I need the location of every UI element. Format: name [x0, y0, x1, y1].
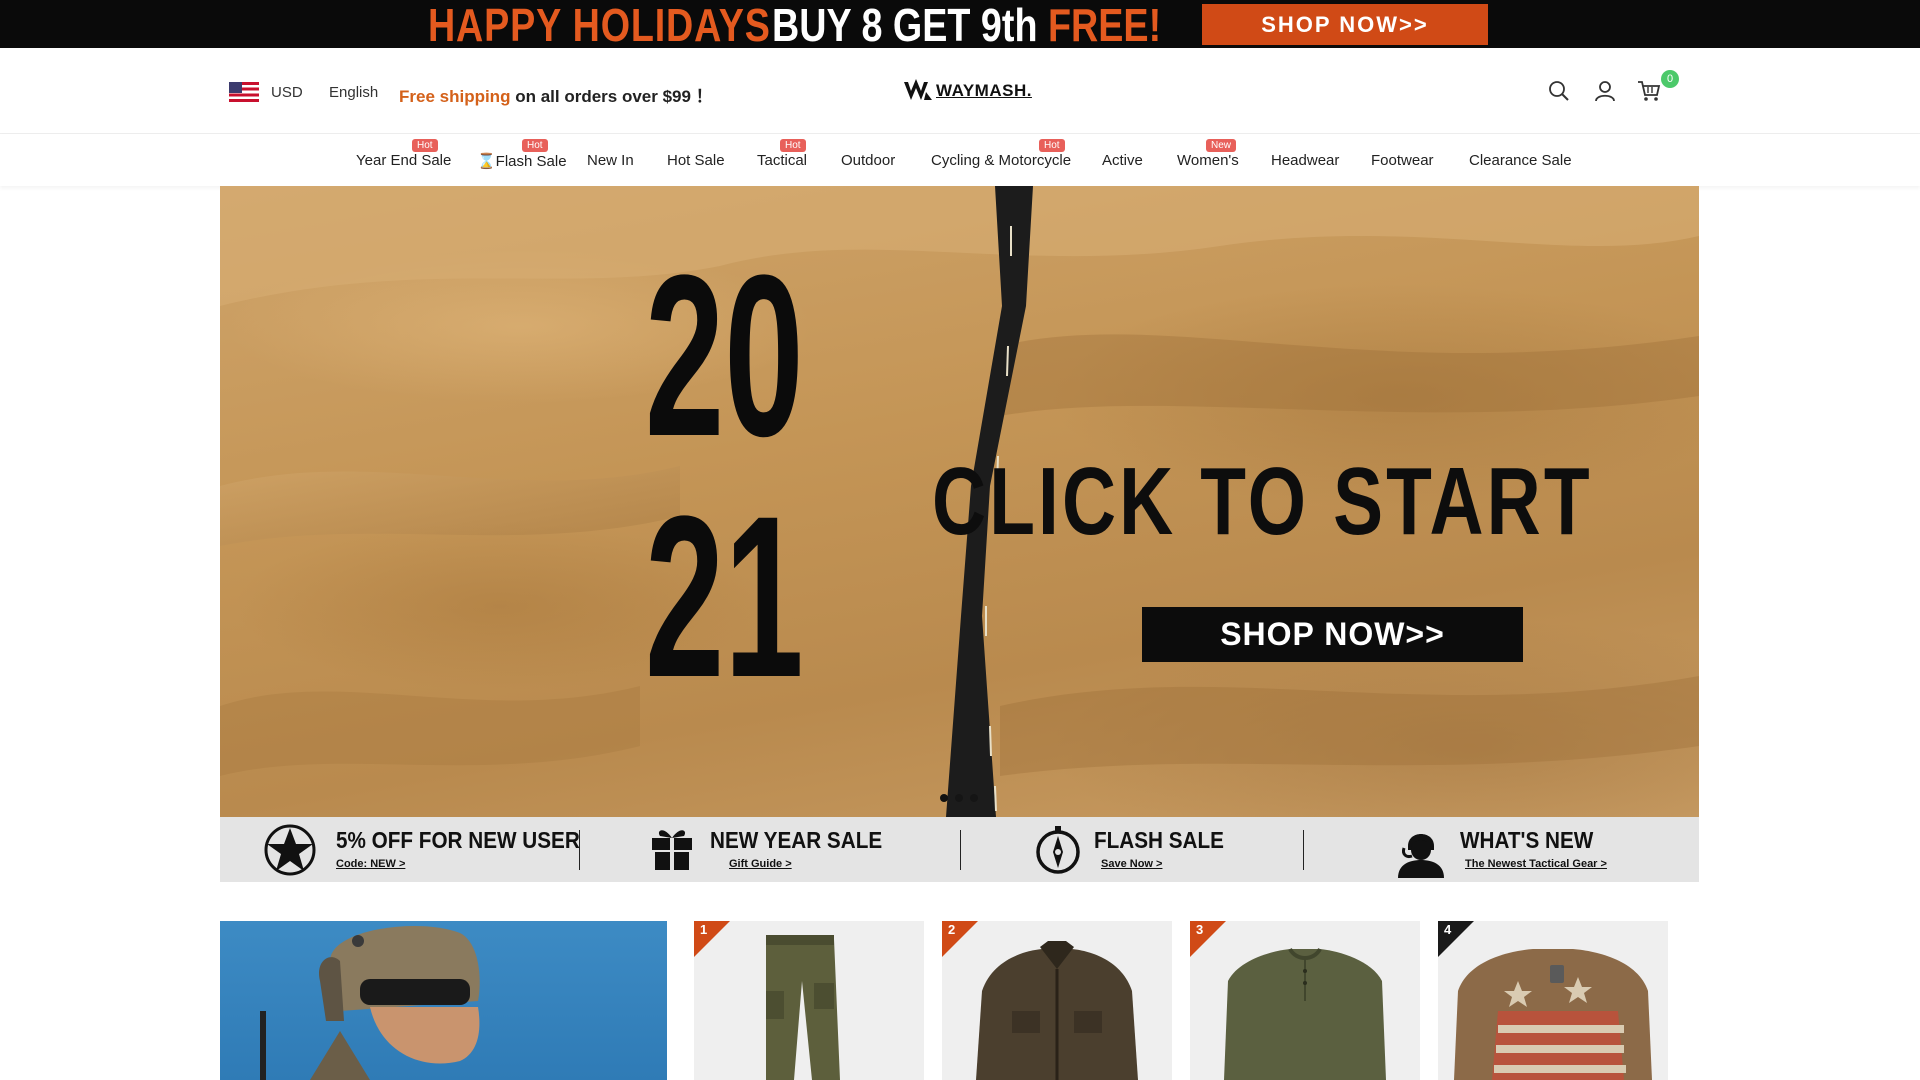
hero-banner[interactable]: 20 21 CLICK TO START SHOP NOW>> [220, 186, 1699, 817]
site-logo[interactable]: WAYMASH. [902, 76, 1032, 106]
compass-icon [1036, 826, 1080, 874]
product-card[interactable]: 2 [942, 921, 1172, 1080]
nav-item-womens[interactable]: Women's [1177, 152, 1239, 169]
rank-number: 2 [948, 922, 956, 937]
promo-offer-accent: FREE! [1047, 0, 1162, 51]
hot-tag: Hot [780, 139, 806, 152]
hero-shop-now-button[interactable]: SHOP NOW>> [1142, 607, 1523, 662]
language-selector[interactable]: English [329, 84, 378, 101]
feature-strip: 5% OFF FOR NEW USER Code: NEW > NEW YEAR… [220, 817, 1699, 882]
feature-link[interactable]: Save Now > [1101, 858, 1162, 870]
carousel-dot-3[interactable] [970, 794, 978, 802]
star-icon [264, 824, 316, 876]
nav-item-clearance-sale[interactable]: Clearance Sale [1469, 152, 1572, 169]
feature-new-user[interactable]: 5% OFF FOR NEW USER Code: NEW > [220, 817, 580, 882]
cart-count-badge: 0 [1661, 70, 1679, 88]
feature-title: FLASH SALE [1094, 827, 1224, 853]
promo-offer-text: BUY 8 GET 9th [772, 0, 1038, 51]
nav-item-year-end-sale[interactable]: Year End Sale [356, 152, 451, 169]
feature-title: WHAT'S NEW [1460, 827, 1594, 853]
feature-title: NEW YEAR SALE [710, 827, 883, 853]
account-icon[interactable] [1592, 78, 1618, 104]
shipping-notice: Free shipping on all orders over $99 ！ [399, 82, 713, 107]
main-navigation: Year End Sale Hot ⌛Flash Sale Hot New In… [0, 134, 1920, 186]
rank-number: 3 [1196, 922, 1204, 937]
rank-badge: 1 [694, 921, 730, 957]
hero-year-bottom: 21 [645, 468, 804, 725]
rank-badge: 4 [1438, 921, 1474, 957]
rank-number: 4 [1444, 922, 1452, 937]
cart-icon[interactable] [1636, 78, 1662, 104]
logo-mark-icon [904, 79, 932, 100]
nav-item-hot-sale[interactable]: Hot Sale [667, 152, 725, 169]
nav-item-active[interactable]: Active [1102, 152, 1143, 169]
feature-link[interactable]: The Newest Tactical Gear > [1465, 858, 1607, 870]
logo-text: WAYMASH. [936, 81, 1032, 100]
gift-icon [652, 830, 692, 870]
nav-item-cycling-motorcycle[interactable]: Cycling & Motorcycle [931, 152, 1071, 169]
promo-banner[interactable]: HAPPY HOLIDAYS BUY 8 GET 9th FREE! SHOP … [0, 0, 1920, 48]
currency-selector[interactable]: USD [271, 84, 303, 101]
nav-item-outdoor[interactable]: Outdoor [841, 152, 895, 169]
nav-item-tactical[interactable]: Tactical [757, 152, 807, 169]
promo-left-text: HAPPY HOLIDAYS [428, 0, 771, 51]
search-icon[interactable] [1546, 78, 1572, 104]
feature-flash-sale[interactable]: FLASH SALE Save Now > [961, 817, 1303, 882]
feature-title: 5% OFF FOR NEW USER [336, 827, 580, 853]
site-header: USD English Free shipping on all orders … [0, 48, 1920, 134]
hot-tag: Hot [522, 139, 548, 152]
nav-item-flash-sale[interactable]: ⌛Flash Sale [477, 152, 567, 170]
hero-headline: CLICK TO START [932, 448, 1593, 555]
shipping-text: on all orders over $99 ！ [515, 87, 713, 106]
new-tag: New [1206, 139, 1237, 152]
nav-item-footwear[interactable]: Footwear [1371, 152, 1434, 169]
nav-item-new-in[interactable]: New In [587, 152, 634, 169]
hot-tag: Hot [1039, 139, 1065, 152]
product-card[interactable]: 1 [694, 921, 924, 1080]
rank-badge: 3 [1190, 921, 1226, 957]
product-card[interactable]: 4 [1438, 921, 1668, 1080]
carousel-dot-2[interactable] [955, 794, 963, 802]
feature-new-year-sale[interactable]: NEW YEAR SALE Gift Guide > [580, 817, 960, 882]
feature-link[interactable]: Code: NEW > [336, 858, 405, 870]
feature-whats-new[interactable]: WHAT'S NEW The Newest Tactical Gear > [1304, 817, 1699, 882]
soldier-icon [1398, 834, 1444, 878]
hero-year-top: 20 [645, 227, 804, 484]
carousel-dot-1[interactable] [940, 794, 948, 802]
tactical-promo-image[interactable] [220, 921, 667, 1080]
us-flag-icon[interactable] [229, 82, 259, 102]
rank-number: 1 [700, 922, 708, 937]
shipping-highlight: Free shipping [399, 87, 511, 106]
nav-item-headwear[interactable]: Headwear [1271, 152, 1339, 169]
soldier-photo [260, 925, 480, 1080]
hot-tag: Hot [412, 139, 438, 152]
product-card[interactable]: 3 [1190, 921, 1420, 1080]
rank-badge: 2 [942, 921, 978, 957]
carousel-dots [940, 794, 978, 802]
promo-shop-now-button[interactable]: SHOP NOW>> [1202, 4, 1488, 45]
promo-middle-text: BUY 8 GET 9th FREE! [772, 2, 1161, 48]
feature-link[interactable]: Gift Guide > [729, 858, 792, 870]
